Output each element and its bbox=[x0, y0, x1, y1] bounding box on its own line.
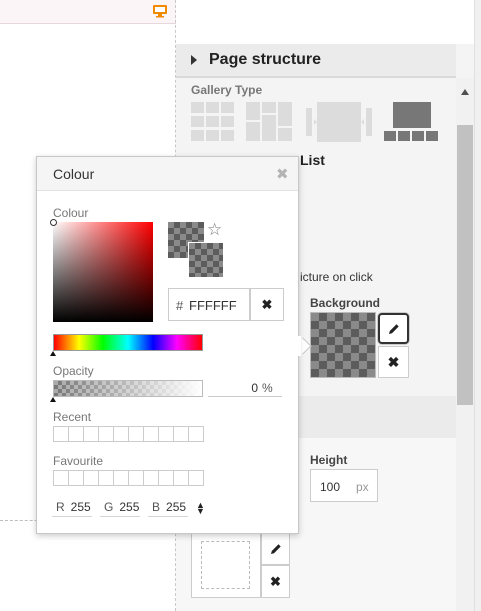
opacity-input-underline bbox=[208, 396, 282, 397]
arrow-mask bbox=[296, 336, 301, 356]
previous-colour-preview[interactable] bbox=[188, 242, 224, 278]
height-label: Height bbox=[310, 453, 348, 467]
gallery-masonry-icon[interactable] bbox=[246, 102, 292, 142]
recent-colours-row[interactable] bbox=[53, 426, 204, 442]
green-channel-field[interactable]: G 255 bbox=[100, 500, 140, 517]
pencil-icon bbox=[270, 543, 281, 554]
background-edit-button[interactable] bbox=[378, 313, 409, 344]
scroll-up-icon[interactable] bbox=[456, 82, 474, 102]
panel-top-area bbox=[176, 0, 481, 44]
colour-popup-header: Colour ✖ bbox=[37, 157, 298, 191]
opacity-label: Opacity bbox=[53, 364, 94, 378]
image-placeholder-box[interactable] bbox=[191, 532, 261, 598]
gallery-slider-icon[interactable] bbox=[304, 102, 374, 142]
hex-prefix: # bbox=[176, 298, 184, 313]
favourite-colours-row[interactable] bbox=[53, 470, 204, 486]
height-unit: px bbox=[356, 480, 369, 494]
desktop-monitor-icon[interactable] bbox=[152, 3, 168, 19]
blue-channel-field[interactable]: B 255 bbox=[148, 500, 188, 517]
colour-label: Colour bbox=[53, 206, 89, 220]
page-structure-title: Page structure bbox=[209, 51, 322, 68]
height-value: 100 bbox=[320, 480, 341, 494]
image-clear-button[interactable]: ✖ bbox=[261, 565, 290, 598]
star-icon[interactable]: ☆ bbox=[207, 220, 222, 240]
height-input[interactable]: 100 px bbox=[310, 469, 378, 502]
red-channel-field[interactable]: R 255 bbox=[52, 500, 92, 517]
blue-label: B bbox=[152, 500, 161, 514]
green-label: G bbox=[104, 500, 114, 514]
red-label: R bbox=[56, 500, 65, 514]
blue-value[interactable]: 255 bbox=[166, 500, 186, 514]
opacity-slider-handle[interactable] bbox=[50, 397, 56, 402]
colour-popup-title: Colour bbox=[53, 166, 95, 182]
opacity-value-input[interactable]: 0 bbox=[210, 381, 258, 395]
image-placeholder-inner bbox=[201, 541, 250, 589]
opacity-slider[interactable] bbox=[53, 380, 203, 397]
background-label: Background bbox=[310, 296, 381, 310]
background-colour-swatch[interactable] bbox=[310, 312, 376, 378]
saturation-value-picker[interactable] bbox=[53, 222, 153, 322]
colour-mode-toggle-icon[interactable]: ▲▼ bbox=[196, 501, 205, 516]
background-clear-button[interactable]: ✖ bbox=[378, 346, 409, 378]
window-edge bbox=[474, 0, 481, 611]
panel-scrollbar-thumb[interactable] bbox=[457, 125, 473, 405]
hue-slider[interactable] bbox=[53, 334, 203, 351]
canvas-top-strip bbox=[0, 0, 176, 24]
list-label: List bbox=[300, 152, 325, 168]
gallery-thumbnails-icon[interactable] bbox=[384, 102, 440, 142]
saturation-value-handle[interactable] bbox=[50, 219, 57, 226]
green-value[interactable]: 255 bbox=[119, 500, 139, 514]
image-edit-button[interactable] bbox=[261, 532, 290, 565]
opacity-unit: % bbox=[262, 381, 273, 395]
hue-slider-handle[interactable] bbox=[50, 351, 56, 356]
favourite-label: Favourite bbox=[53, 454, 104, 468]
gallery-grid-icon[interactable] bbox=[191, 102, 235, 142]
red-value[interactable]: 255 bbox=[71, 500, 91, 514]
hex-input[interactable]: # FFFFFF bbox=[168, 288, 250, 321]
hex-value: FFFFFF bbox=[189, 298, 237, 313]
gallery-type-label: Gallery Type bbox=[191, 83, 263, 97]
caret-right-icon bbox=[191, 55, 197, 65]
hex-clear-button[interactable]: ✖ bbox=[250, 288, 284, 321]
pencil-icon bbox=[388, 323, 399, 334]
close-icon[interactable]: ✖ bbox=[276, 165, 289, 183]
recent-label: Recent bbox=[53, 410, 92, 424]
picture-on-click-label: icture on click bbox=[300, 270, 373, 284]
